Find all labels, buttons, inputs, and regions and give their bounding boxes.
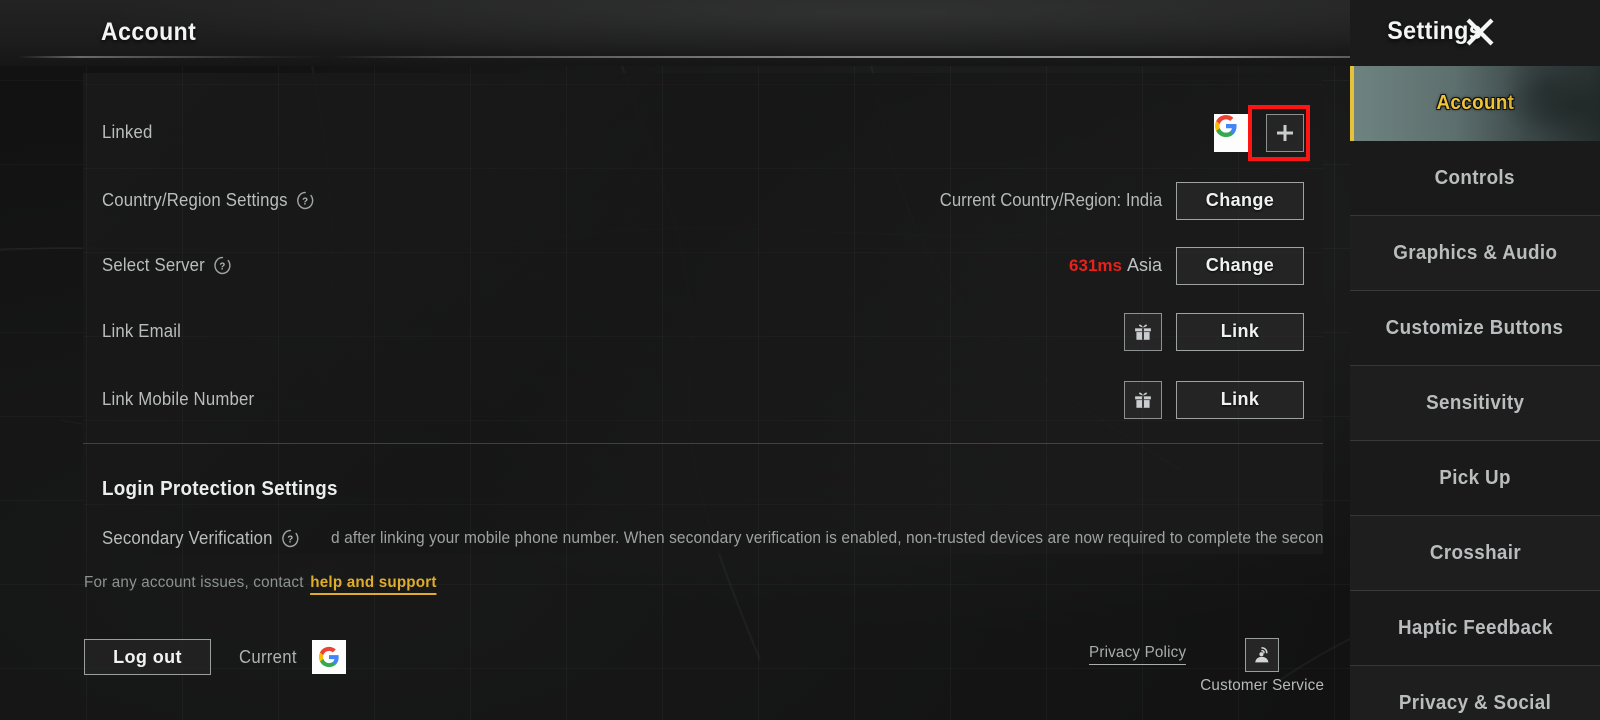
change-country-button[interactable]: Change: [1176, 181, 1304, 220]
help-icon[interactable]: ?: [281, 529, 299, 548]
row-link-mobile-label: Link Mobile Number: [102, 389, 255, 409]
sidebar-item-privacy-social[interactable]: Privacy & Social: [1350, 666, 1600, 720]
svg-text:?: ?: [302, 196, 308, 207]
sidebar-item-label: Account: [1436, 92, 1514, 114]
row-link-email-controls: Link: [1124, 312, 1304, 351]
sidebar-item-label: Haptic Feedback: [1397, 616, 1553, 639]
close-x-icon: [1466, 18, 1494, 46]
current-account-badge[interactable]: [312, 640, 347, 674]
sidebar-item-label: Crosshair: [1429, 541, 1521, 564]
page-title: Account: [101, 18, 197, 46]
row-link-email-label: Link Email: [102, 321, 182, 341]
add-account-plus-button[interactable]: [1266, 113, 1304, 152]
row-secondary-verification: Secondary Verification ? d after linking…: [83, 511, 1323, 554]
account-settings-panel: Linked Country/Region Settings ? Current…: [83, 73, 1323, 554]
server-status: 631ms Asia: [1069, 255, 1162, 276]
close-settings-button[interactable]: [1458, 10, 1502, 54]
row-linked-label-group: Linked: [102, 122, 152, 143]
help-icon[interactable]: ?: [296, 191, 314, 210]
gift-reward-email-button[interactable]: [1124, 312, 1162, 351]
sidebar-item-pick-up[interactable]: Pick Up: [1350, 441, 1600, 516]
row-secondary-verification-label: Secondary Verification: [102, 528, 273, 548]
headset-support-icon: [1255, 647, 1269, 663]
secondary-verification-description: d after linking your mobile phone number…: [331, 529, 1323, 547]
svg-text:?: ?: [287, 534, 293, 545]
gift-reward-mobile-button[interactable]: [1124, 380, 1162, 419]
row-country-region: Country/Region Settings ? Current Countr…: [83, 167, 1323, 234]
sidebar-item-customize-buttons[interactable]: Customize Buttons: [1350, 291, 1600, 366]
privacy-policy-link[interactable]: Privacy Policy: [1089, 644, 1187, 665]
server-region-name: Asia: [1126, 255, 1162, 275]
current-country-value: Current Country/Region: India: [939, 190, 1162, 210]
sidebar-item-haptic-feedback[interactable]: Haptic Feedback: [1350, 591, 1600, 666]
row-select-server-controls: 631ms Asia Change: [1069, 246, 1304, 285]
sidebar-item-label: Controls: [1434, 166, 1516, 189]
sidebar-item-controls[interactable]: Controls: [1350, 141, 1600, 216]
customer-service-tile: [1245, 638, 1280, 672]
row-link-mobile: Link Mobile Number Link: [83, 366, 1323, 433]
plus-icon: [1277, 124, 1293, 141]
link-mobile-button[interactable]: Link: [1176, 380, 1304, 419]
svg-text:?: ?: [219, 261, 225, 272]
row-country-region-controls: Current Country/Region: India Change: [923, 181, 1304, 220]
google-account-badge[interactable]: [1214, 113, 1252, 152]
log-out-button[interactable]: Log out: [84, 639, 211, 675]
support-prefix: For any account issues, contact: [84, 574, 304, 591]
row-secondary-verification-label-group: Secondary Verification ?: [102, 528, 299, 549]
row-link-mobile-controls: Link: [1124, 380, 1304, 419]
row-link-email: Link Email Link: [83, 298, 1323, 365]
server-ping-value: 631: [1069, 256, 1098, 275]
row-link-email-label-group: Link Email: [102, 321, 181, 342]
sidebar-item-graphics-audio[interactable]: Graphics & Audio: [1350, 216, 1600, 291]
sidebar-item-label: Graphics & Audio: [1392, 241, 1558, 264]
section-divider: [83, 443, 1323, 444]
login-protection-title: Login Protection Settings: [102, 478, 338, 500]
sidebar-item-account[interactable]: Account: [1350, 66, 1600, 141]
row-select-server-label: Select Server: [102, 255, 205, 275]
row-link-mobile-label-group: Link Mobile Number: [102, 389, 254, 410]
row-select-server-label-group: Select Server ?: [102, 255, 231, 276]
support-line: For any account issues, contact help and…: [84, 574, 437, 595]
customer-service-button[interactable]: Customer Service: [1197, 638, 1327, 695]
current-account-label: Current: [239, 646, 297, 667]
gift-icon: [1135, 324, 1151, 340]
gift-icon: [1135, 392, 1151, 408]
settings-screen: Account Linked Country/Region Settings ?…: [0, 0, 1600, 720]
sidebar-item-label: Privacy & Social: [1398, 691, 1552, 714]
sidebar-item-label: Customize Buttons: [1386, 316, 1564, 339]
customer-service-label: Customer Service: [1200, 677, 1325, 694]
settings-sidebar: Settings Account Controls Graphics & Audio…: [1350, 0, 1600, 720]
change-server-button[interactable]: Change: [1176, 246, 1304, 285]
row-select-server: Select Server ? 631ms Asia Change: [83, 232, 1323, 299]
google-icon: [1215, 114, 1237, 137]
help-icon[interactable]: ?: [213, 256, 231, 275]
link-email-button[interactable]: Link: [1176, 312, 1304, 351]
current-account-group: Current: [239, 640, 347, 674]
sidebar-item-list[interactable]: Account Controls Graphics & Audio Customize…: [1350, 66, 1600, 720]
sidebar-header: Settings: [1350, 0, 1600, 66]
row-linked-label: Linked: [102, 122, 153, 142]
row-linked-controls: [1214, 113, 1304, 152]
sidebar-item-crosshair[interactable]: Crosshair: [1350, 516, 1600, 591]
google-icon: [319, 646, 339, 668]
help-and-support-link[interactable]: help and support: [310, 574, 437, 595]
sidebar-item-sensitivity[interactable]: Sensitivity: [1350, 366, 1600, 441]
sidebar-item-label: Pick Up: [1439, 466, 1511, 489]
sidebar-item-label: Sensitivity: [1425, 391, 1525, 414]
server-ping-unit: ms: [1097, 256, 1122, 275]
row-linked: Linked: [83, 99, 1323, 166]
header-underline: [18, 56, 1578, 58]
row-country-region-label-group: Country/Region Settings ?: [102, 190, 314, 211]
row-country-region-label: Country/Region Settings: [102, 190, 288, 210]
